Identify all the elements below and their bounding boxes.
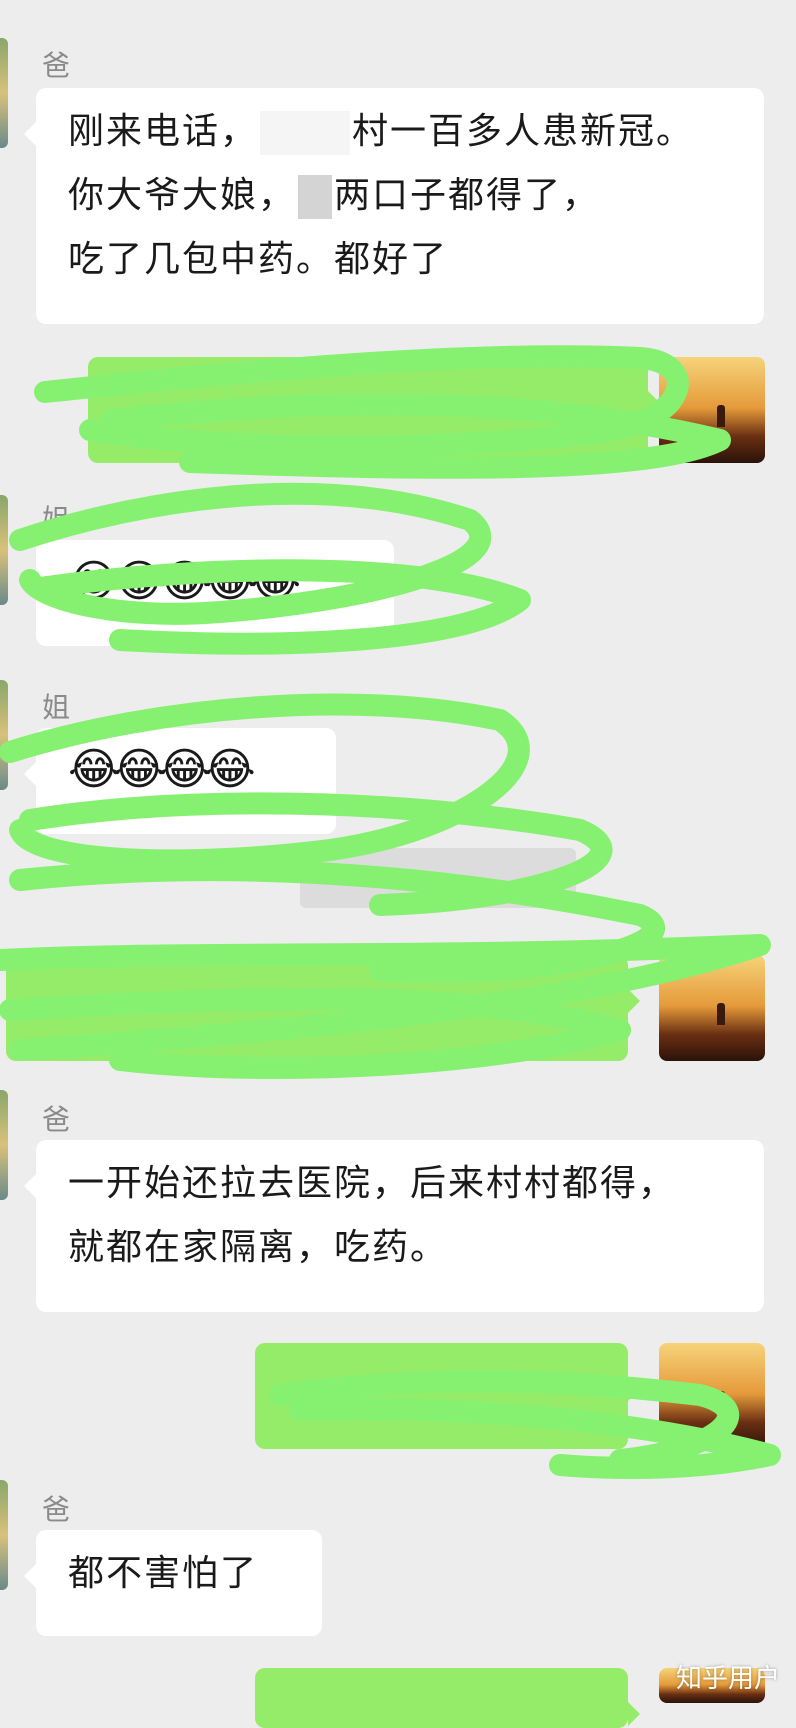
- avatar-dad[interactable]: [0, 38, 8, 148]
- avatar-dad[interactable]: [0, 1090, 8, 1200]
- sender-name: 姐: [42, 691, 71, 724]
- sent-message-bubble[interactable]: [255, 1343, 640, 1449]
- message-line: 刚来电话， 村一百多人患新冠。: [68, 100, 734, 164]
- redaction-block: [260, 111, 351, 155]
- avatar-self[interactable]: [659, 357, 765, 463]
- avatar-self[interactable]: [659, 1343, 765, 1449]
- message-bubble[interactable]: 都不害怕了: [24, 1530, 322, 1636]
- message-bubble[interactable]: 😂😂😂😂😂: [24, 540, 394, 646]
- message-line: 就都在家隔离，吃药。: [68, 1227, 449, 1268]
- sent-message-bubble[interactable]: [88, 357, 660, 463]
- message-line: 一开始还拉去医院，后来村村都得，: [68, 1163, 677, 1204]
- avatar-figure: [717, 1003, 725, 1025]
- message-line: 你大爷大娘， 两口子都得了，: [68, 164, 734, 228]
- message-bubble[interactable]: 😂😂😂😂: [24, 728, 336, 834]
- avatar-self[interactable]: [659, 955, 765, 1061]
- message-line: 都不害怕了: [68, 1553, 259, 1594]
- sender-name: 爸: [42, 49, 71, 82]
- redaction-block: [298, 175, 333, 219]
- sent-message-bubble[interactable]: [6, 955, 640, 1061]
- avatar-figure: [717, 405, 725, 427]
- system-notice: [300, 848, 576, 908]
- avatar-dad[interactable]: [0, 1480, 8, 1590]
- message-line: 吃了几包中药。都好了: [68, 239, 449, 280]
- avatar-sister[interactable]: [0, 680, 8, 790]
- avatar-sister[interactable]: [0, 495, 8, 605]
- emoji-row: 😂😂😂😂😂: [68, 556, 301, 607]
- sender-name: 姐: [42, 503, 71, 536]
- sender-name: 爸: [42, 1103, 71, 1136]
- message-bubble[interactable]: 一开始还拉去医院，后来村村都得， 就都在家隔离，吃药。: [24, 1140, 764, 1312]
- emoji-row: 😂😂😂😂: [68, 744, 256, 795]
- sent-message-bubble[interactable]: [255, 1668, 640, 1728]
- avatar-figure: [717, 1391, 725, 1413]
- message-bubble[interactable]: 刚来电话， 村一百多人患新冠。 你大爷大娘， 两口子都得了， 吃了几包中药。都好了: [24, 88, 764, 324]
- sender-name: 爸: [42, 1493, 71, 1526]
- watermark: 知乎用户: [676, 1664, 781, 1694]
